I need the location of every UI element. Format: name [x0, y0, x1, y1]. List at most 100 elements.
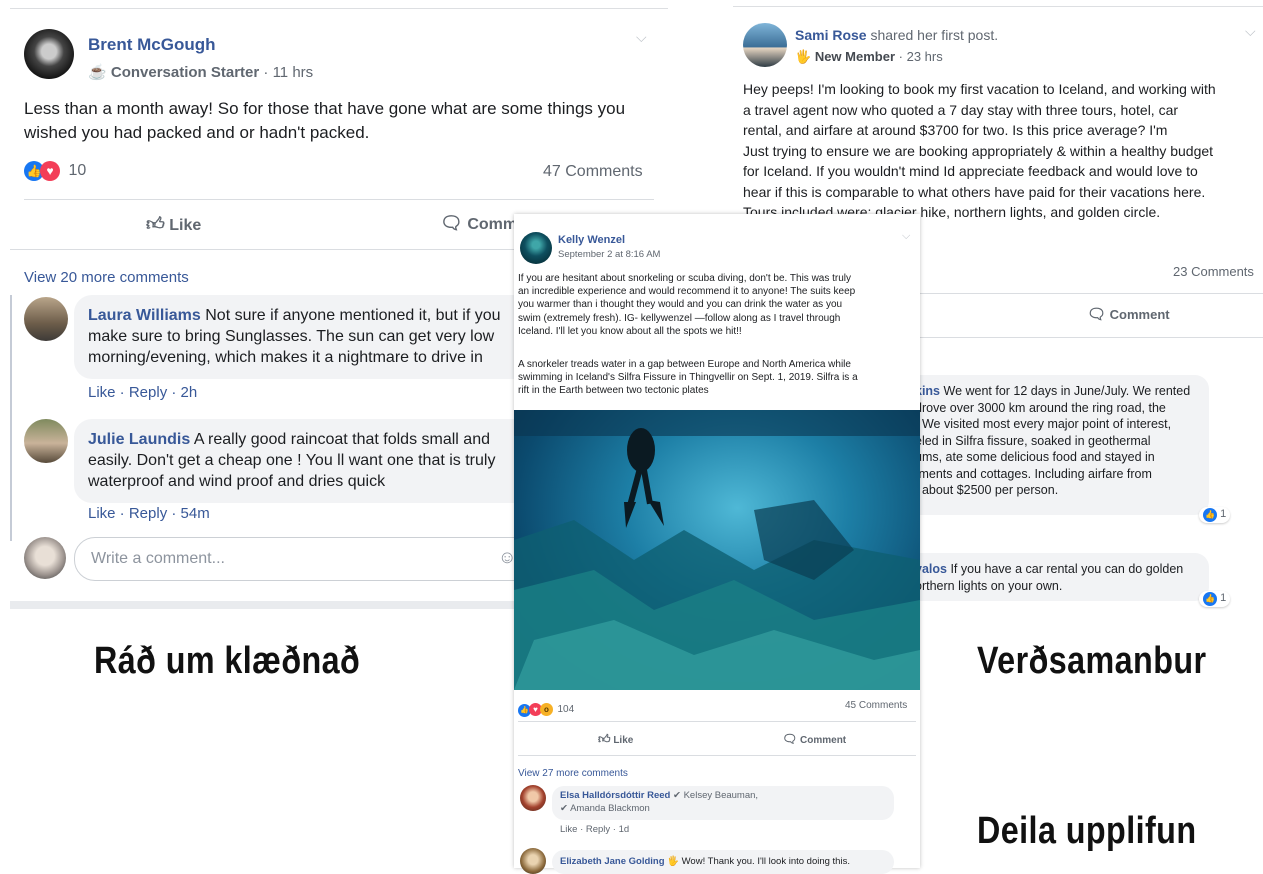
like-count: 1	[1220, 592, 1227, 604]
comment-icon: 🗨	[440, 213, 463, 233]
avatar[interactable]	[743, 23, 787, 67]
post-text-line: Hey peeps! I'm looking to book my first …	[743, 81, 1216, 97]
comment-author[interactable]: Elizabeth Jane Golding	[560, 856, 665, 867]
comment-text: eled in Silfra fissure, soaked in geothe…	[915, 433, 1151, 448]
post-photo[interactable]	[514, 410, 920, 690]
reaction-count: 104	[557, 704, 575, 715]
post-text-line: Just trying to ensure we are booking app…	[743, 142, 1214, 159]
comment-text: tments and cottages. Including airfare f…	[915, 466, 1152, 481]
post-author[interactable]: Kelly Wenzel	[558, 234, 625, 246]
avatar[interactable]	[24, 537, 66, 579]
comment-text: orthern lights on your own.	[915, 578, 1063, 593]
avatar[interactable]	[520, 785, 546, 811]
like-button[interactable]: 👍︎ Like	[146, 213, 201, 235]
comment-author[interactable]: Laura Williams	[88, 307, 201, 324]
post-text-line: rental, and airfare at around $3700 for …	[743, 122, 1168, 138]
chevron-down-icon[interactable]: ⌵	[902, 230, 910, 243]
reaction-count: 10	[68, 162, 87, 179]
avatar[interactable]	[520, 232, 552, 264]
avatar[interactable]	[24, 29, 74, 79]
comment-text: If you have a car rental you can do gold…	[950, 562, 1184, 576]
verified-icon: ✔	[672, 790, 681, 801]
post-text-line: If you are hesitant about snorkeling or …	[518, 273, 852, 284]
caption-clothing-advice: Ráð um klæðnað	[94, 640, 361, 682]
chevron-down-icon[interactable]: ⌵	[636, 29, 647, 46]
like-button[interactable]: 👍︎ Like	[598, 732, 633, 747]
post-meta: 🖐 New Member · 23 hrs	[795, 49, 943, 64]
comments-count[interactable]: 47 Comments	[543, 163, 643, 181]
post-text-line: swim (extremely fresh). IG- kellywenzel …	[518, 312, 841, 324]
comment-author[interactable]: Elsa Halldórsdóttir Reed	[560, 790, 670, 801]
comments-count[interactable]: 45 Comments	[845, 700, 907, 711]
chevron-down-icon[interactable]: ⌵	[1245, 23, 1256, 40]
comment-button[interactable]: 🗨 Comment	[1087, 305, 1170, 323]
comment-text: ums, ate some delicious food and stayed …	[915, 450, 1155, 464]
like-label: Like	[169, 217, 202, 234]
member-badge: New Member	[814, 49, 896, 64]
caption-price-comparison: Verðsamanbur	[977, 640, 1207, 682]
post-card-kelly: Kelly Wenzel September 2 at 8:16 AM ⌵ If…	[514, 214, 920, 874]
wave-hand-icon: 🖐	[795, 49, 812, 64]
coffee-icon: ☕	[88, 64, 107, 81]
reactions-summary[interactable]: 👍 ♥ 10	[24, 161, 86, 181]
post-text-line: a travel agent now who quoted a 7 day st…	[743, 101, 1179, 118]
photo-caption: A snorkeler treads water in a gap betwee…	[518, 358, 858, 398]
like-count: 1	[1220, 508, 1227, 520]
post-time[interactable]: 23 hrs	[907, 49, 943, 64]
post-text-line: an incredible experience and would recom…	[518, 286, 856, 298]
comment-text: We went for 12 days in June/July. We ren…	[943, 384, 1191, 398]
comment-text: t about $2500 per person.	[915, 483, 1059, 497]
comment-text: waterproof and wind proof and dries quic…	[88, 473, 386, 490]
comment-actions[interactable]: Like · Reply · 54m	[88, 505, 210, 522]
post-time[interactable]: September 2 at 8:16 AM	[558, 249, 660, 260]
comment-text: . We visited most every major point of i…	[915, 417, 1172, 431]
comment-like-badge[interactable]: 👍 1	[1199, 591, 1231, 607]
comment-text: Not sure if anyone mentioned it, but if …	[205, 307, 501, 324]
like-reaction-icon: 👍	[1203, 508, 1217, 522]
comment-placeholder: Write a comment...	[91, 550, 225, 567]
like-label: Like	[613, 735, 634, 746]
underwater-scene	[514, 410, 920, 690]
comment-text: A really good raincoat that folds small …	[193, 431, 490, 448]
comment-actions[interactable]: Like · Reply · 1d	[560, 824, 629, 835]
post-meta: ☕ Conversation Starter · 11 hrs	[88, 64, 314, 81]
post-header: Sami Rose shared her first post.	[795, 27, 998, 43]
comment-text: morning/evening, which makes it a nightm…	[88, 349, 483, 366]
post-author[interactable]: Brent McGough	[88, 35, 216, 55]
comment-text: make sure to bring Sunglasses. The sun c…	[88, 328, 495, 345]
tagged-user[interactable]: Amanda Blackmon	[570, 803, 650, 814]
comment-label: Comment	[1109, 307, 1170, 322]
wave-hand-icon: 🖐	[667, 856, 679, 867]
view-more-comments[interactable]: View 20 more comments	[24, 269, 189, 286]
post-text: If you are hesitant about snorkeling or …	[518, 272, 855, 338]
divider	[24, 199, 654, 200]
comment-author[interactable]: Julie Laundis	[88, 431, 190, 448]
wow-reaction-icon: o	[540, 703, 553, 716]
comment-bubble: Elizabeth Jane Golding 🖐 Wow! Thank you.…	[552, 850, 894, 874]
post-author[interactable]: Sami Rose	[795, 27, 867, 43]
love-reaction-icon: ♥	[40, 161, 60, 181]
thumbs-up-icon: 👍︎	[598, 732, 611, 746]
comment-actions[interactable]: Like · Reply · 2h	[88, 384, 197, 401]
comment-button[interactable]: 🗨 Comment	[782, 732, 846, 746]
member-badge: Conversation Starter	[110, 64, 260, 81]
comments-count[interactable]: 23 Comments	[1173, 264, 1254, 279]
post-text: Hey peeps! I'm looking to book my first …	[743, 79, 1263, 223]
view-more-comments[interactable]: View 27 more comments	[518, 768, 628, 779]
post-text-line: you warmer than i thought they would and…	[518, 299, 843, 311]
avatar[interactable]	[24, 419, 68, 463]
thumbs-up-icon: 👍︎	[146, 214, 165, 234]
tagged-user[interactable]: Kelsey Beauman,	[684, 790, 758, 801]
divider	[518, 721, 916, 722]
avatar[interactable]	[24, 297, 68, 341]
comment-bubble: kins We went for 12 days in June/July. W…	[893, 375, 1209, 515]
avatar[interactable]	[520, 848, 546, 874]
post-text-line: for Iceland. If you wouldn't mind Id app…	[743, 163, 1198, 179]
comment-like-badge[interactable]: 👍 1	[1199, 507, 1231, 523]
reactions-summary[interactable]: 👍 ♥ o 104	[518, 699, 574, 717]
divider	[518, 755, 916, 756]
post-text-line: Iceland. I'll let you know about all the…	[518, 325, 742, 337]
post-text: Less than a month away! So for those tha…	[24, 99, 626, 142]
caption-line: A snorkeler treads water in a gap betwee…	[518, 359, 851, 370]
post-time[interactable]: 11 hrs	[273, 64, 314, 81]
